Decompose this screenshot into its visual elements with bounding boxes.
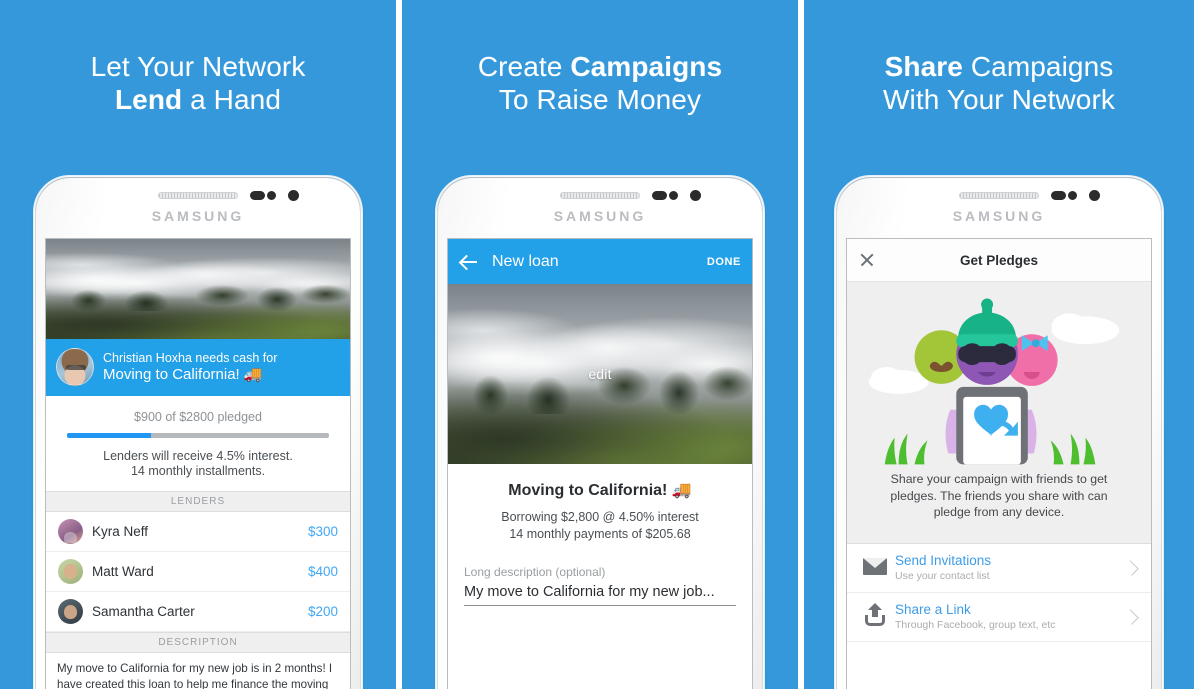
phone-screen-2: New loan DONE edit Moving to California!… [447, 238, 753, 689]
app-bar: New loan DONE [448, 239, 752, 284]
headline-line-1: Create Campaigns [402, 50, 798, 83]
campaign-description: My move to California for my new job is … [57, 662, 333, 689]
app-bar-title: Get Pledges [959, 252, 1039, 268]
headline-emphasis: Share [884, 51, 963, 82]
device-brand-label: SAMSUNG [151, 208, 245, 224]
option-title: Send Invitations [895, 552, 992, 568]
back-arrow-icon[interactable] [459, 252, 479, 272]
chevron-right-icon [1123, 559, 1139, 576]
loan-title: Moving to California! 🚚 [508, 482, 692, 499]
long-description-label: Long description (optional) [464, 565, 606, 579]
panel-2-headline: Create Campaigns To Raise Money [402, 0, 798, 116]
front-camera-icon [1089, 190, 1100, 201]
lenders-section-header: LENDERS [46, 491, 350, 512]
lender-amount: $200 [307, 604, 338, 619]
headline-text: Let Your Network [90, 51, 306, 82]
table-row[interactable]: Samantha Carter $200 [46, 592, 350, 632]
phone-mockup-3: SAMSUNG Get Pledges Share your campaign … [834, 175, 1164, 689]
phone-screen-1: Christian Hoxha needs cash for Moving to… [45, 238, 351, 689]
panel-3-headline: Share Campaigns With Your Network [804, 0, 1194, 116]
lender-name: Samantha Carter [92, 604, 195, 619]
headline-line-1: Let Your Network [0, 50, 396, 83]
long-description-input[interactable]: My move to California for my new job... [464, 584, 736, 606]
panel-share-campaigns: Share Campaigns With Your Network SAMSUN… [804, 0, 1194, 689]
app-store-screenshot-set: Let Your Network Lend a Hand SAMSUNG Chr… [0, 0, 1200, 689]
friends-sharing-illustration [868, 298, 1120, 465]
lender-amount: $400 [307, 564, 338, 579]
payments-text: 14 monthly payments of $205.68 [509, 527, 691, 541]
sensor-icons [1051, 191, 1077, 200]
headline-emphasis: Campaigns [570, 51, 723, 82]
edit-photo-label[interactable]: edit [448, 366, 752, 382]
borrowing-text: Borrowing $2,800 @ 4.50% interest [501, 510, 699, 524]
phone-bezel-top: SAMSUNG [837, 178, 1161, 238]
avatar [56, 348, 94, 386]
share-instructions: Share your campaign with friends to get … [847, 465, 1151, 544]
headline-line-2: To Raise Money [402, 83, 798, 116]
sensor-icons [250, 191, 276, 200]
option-subtitle: Use your contact list [895, 569, 990, 582]
phone-mockup-2: SAMSUNG New loan DONE edit Moving to Cal… [435, 175, 765, 689]
option-subtitle: Through Facebook, group text, etc [895, 618, 1056, 631]
campaign-banner: Christian Hoxha needs cash for Moving to… [46, 339, 350, 396]
headline-line-2: Lend a Hand [0, 83, 396, 116]
avatar [58, 519, 83, 544]
app-bar-title: New loan [492, 252, 559, 270]
headline-line-2: With Your Network [804, 83, 1194, 116]
phone-screen-3: Get Pledges Share your campaign with fri… [846, 238, 1152, 689]
headline-text: a Hand [182, 84, 282, 115]
list-item-share-a-link[interactable]: Share a Link Through Facebook, group tex… [847, 592, 1151, 642]
table-row[interactable]: Matt Ward $400 [46, 552, 350, 592]
mail-icon [861, 555, 895, 581]
headline-line-1: Share Campaigns [804, 50, 1194, 83]
phone-bezel-top: SAMSUNG [438, 178, 762, 238]
lender-amount: $300 [307, 524, 338, 539]
interest-text: Lenders will receive 4.5% interest. [103, 449, 293, 463]
phone-mockup-1: SAMSUNG Christian Hoxha needs cash for M… [33, 175, 363, 689]
headline-text: To Raise Money [498, 84, 702, 115]
front-camera-icon [690, 190, 701, 201]
chevron-right-icon [1123, 608, 1139, 625]
campaign-owner-text: Christian Hoxha needs cash for [103, 350, 278, 365]
pledged-amount-text: $900 of $2800 pledged [134, 410, 262, 424]
avatar [58, 559, 83, 584]
sensor-icons [652, 191, 678, 200]
headline-text: Campaigns [962, 51, 1114, 82]
table-row[interactable]: Kyra Neff $300 [46, 512, 350, 552]
speaker-grille-icon [959, 192, 1039, 199]
front-camera-icon [288, 190, 299, 201]
campaign-title: Moving to California! 🚚 [103, 365, 263, 383]
done-button[interactable]: DONE [707, 256, 741, 268]
headline-text: Create [477, 51, 571, 82]
share-illustration [847, 282, 1151, 465]
list-item-send-invitations[interactable]: Send Invitations Use your contact list [847, 543, 1151, 593]
device-brand-label: SAMSUNG [952, 208, 1046, 224]
speaker-grille-icon [560, 192, 640, 199]
campaign-cover-photo[interactable]: edit [448, 284, 752, 464]
panel-create-campaigns: Create Campaigns To Raise Money SAMSUNG … [402, 0, 798, 689]
loan-terms: Lenders will receive 4.5% interest. 14 m… [46, 438, 350, 491]
device-brand-label: SAMSUNG [553, 208, 647, 224]
installments-text: 14 monthly installments. [130, 464, 266, 478]
avatar [58, 599, 83, 624]
campaign-cover-photo [46, 239, 350, 339]
share-icon [861, 602, 895, 630]
speaker-grille-icon [158, 192, 238, 199]
headline-text: With Your Network [882, 84, 1116, 115]
description-section-header: DESCRIPTION [46, 632, 350, 653]
phone-bezel-top: SAMSUNG [36, 178, 360, 238]
panel-1-headline: Let Your Network Lend a Hand [0, 0, 396, 116]
headline-emphasis: Lend [114, 84, 183, 115]
lender-name: Kyra Neff [92, 524, 149, 539]
panel-lend-a-hand: Let Your Network Lend a Hand SAMSUNG Chr… [0, 0, 396, 689]
lender-name: Matt Ward [92, 564, 154, 579]
option-title: Share a Link [895, 601, 971, 617]
app-bar: Get Pledges [847, 239, 1151, 282]
close-icon[interactable] [859, 252, 875, 268]
